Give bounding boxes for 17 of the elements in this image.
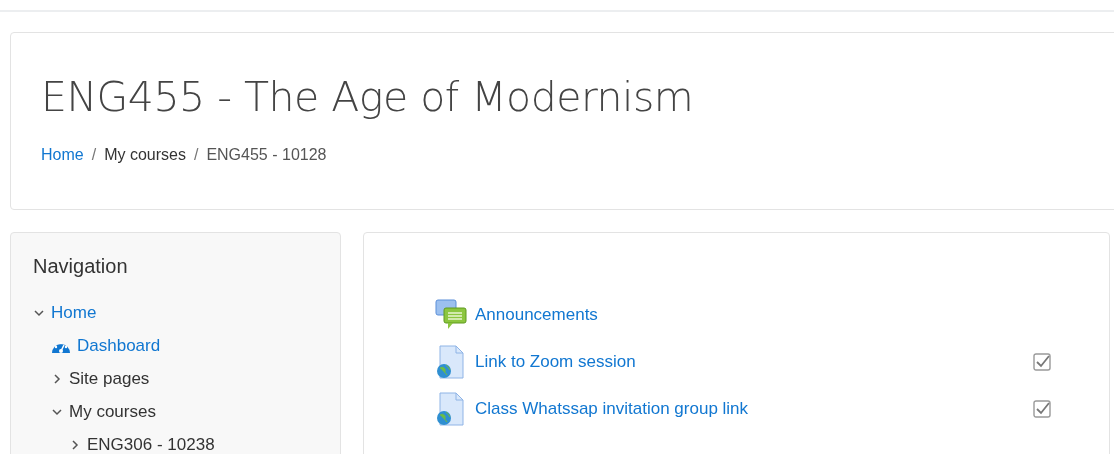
activity-link[interactable]: Link to Zoom session [475, 351, 1033, 372]
nav-item[interactable]: Dashboard [77, 335, 161, 356]
nav-item[interactable]: ENG306 - 10238 [87, 434, 215, 454]
breadcrumb-separator: / [193, 146, 199, 164]
breadcrumb-item: My courses [104, 146, 186, 164]
activity-link[interactable]: Class Whatssap invitation group link [475, 398, 1033, 419]
completion-checkbox[interactable] [1033, 352, 1051, 371]
nav-item[interactable]: Home [51, 302, 97, 323]
breadcrumb-separator: / [91, 146, 97, 164]
activity-link[interactable]: Announcements [475, 304, 1051, 325]
navigation-title: Navigation [33, 255, 129, 278]
course-title: ENG455 - The Age of Modernism [41, 73, 694, 121]
nav-item[interactable]: My courses [69, 401, 156, 422]
breadcrumb-link[interactable]: Home [41, 146, 84, 164]
breadcrumb-item: ENG455 - 10128 [206, 146, 327, 164]
completion-checkbox[interactable] [1033, 399, 1051, 418]
nav-item[interactable]: Site pages [69, 368, 150, 389]
